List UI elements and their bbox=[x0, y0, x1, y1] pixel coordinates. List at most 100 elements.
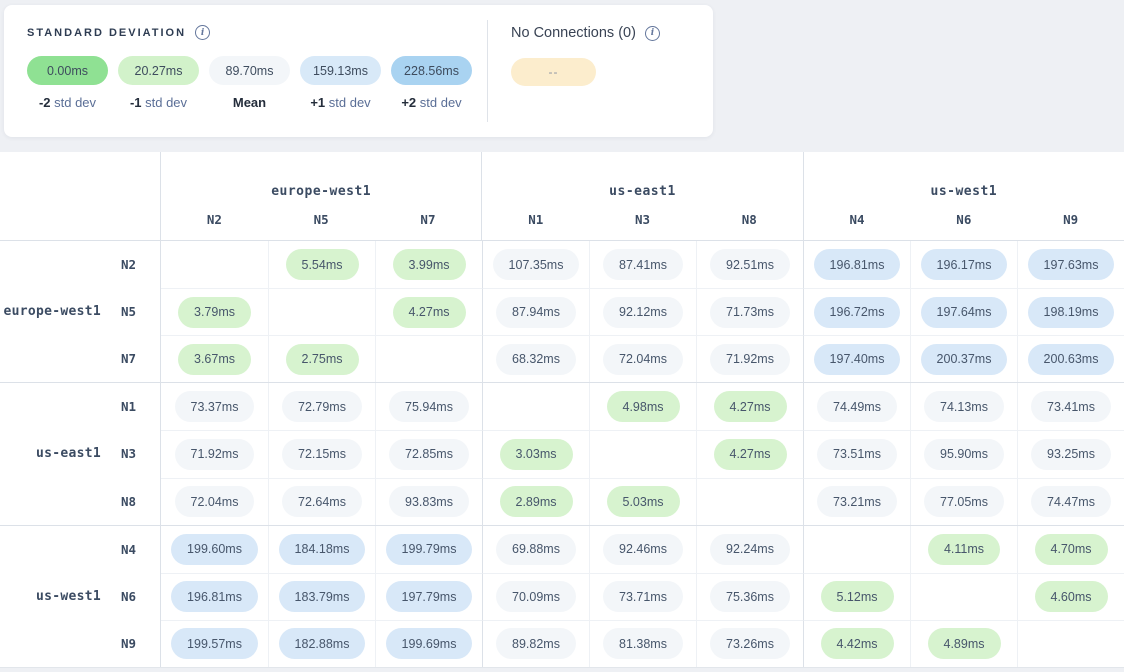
self-latency-cell bbox=[268, 288, 375, 335]
latency-pill[interactable]: 5.12ms bbox=[821, 581, 894, 612]
latency-pill[interactable]: 73.41ms bbox=[1031, 391, 1111, 422]
latency-pill[interactable]: 92.46ms bbox=[603, 534, 683, 565]
latency-pill[interactable]: 4.27ms bbox=[714, 391, 787, 422]
latency-pill[interactable]: 197.79ms bbox=[386, 581, 473, 612]
latency-pill[interactable]: 72.15ms bbox=[282, 439, 362, 470]
latency-pill[interactable]: 72.85ms bbox=[389, 439, 469, 470]
latency-pill[interactable]: 72.64ms bbox=[282, 486, 362, 517]
latency-pill[interactable]: 72.04ms bbox=[603, 344, 683, 375]
latency-pill[interactable]: 92.24ms bbox=[710, 534, 790, 565]
latency-pill[interactable]: 4.42ms bbox=[821, 628, 894, 659]
latency-pill[interactable]: 74.13ms bbox=[924, 391, 1004, 422]
latency-pill[interactable]: 2.89ms bbox=[500, 486, 573, 517]
column-node-row: N1N3N8 bbox=[482, 199, 802, 240]
latency-pill[interactable]: 4.89ms bbox=[928, 628, 1001, 659]
column-header-node-n5: N5 bbox=[268, 212, 375, 227]
latency-pill[interactable]: 199.79ms bbox=[386, 534, 473, 565]
latency-pill[interactable]: 107.35ms bbox=[493, 249, 580, 280]
latency-pill[interactable]: 196.17ms bbox=[921, 249, 1008, 280]
latency-pill[interactable]: 68.32ms bbox=[496, 344, 576, 375]
latency-cell: 74.49ms bbox=[803, 383, 910, 430]
latency-pill[interactable]: 93.83ms bbox=[389, 486, 469, 517]
latency-pill[interactable]: 72.04ms bbox=[175, 486, 255, 517]
self-latency-cell bbox=[696, 478, 803, 525]
latency-pill[interactable]: 196.81ms bbox=[171, 581, 258, 612]
latency-pill[interactable]: 73.21ms bbox=[817, 486, 897, 517]
latency-pill[interactable]: 5.03ms bbox=[607, 486, 680, 517]
column-header-node-n7: N7 bbox=[375, 212, 482, 227]
latency-cell: 92.51ms bbox=[696, 241, 803, 288]
std-dev-info-icon[interactable]: i bbox=[195, 25, 210, 40]
row-group-us-east1: us-east1N1N3N873.37ms72.79ms75.94ms4.98m… bbox=[0, 382, 1124, 524]
latency-pill[interactable]: 73.71ms bbox=[603, 581, 683, 612]
latency-pill[interactable]: 73.26ms bbox=[710, 628, 790, 659]
latency-pill[interactable]: 69.88ms bbox=[496, 534, 576, 565]
latency-grid: 5.54ms 3.99ms 107.35ms 87.41ms 92.51ms 196.81… bbox=[160, 241, 1124, 382]
latency-pill[interactable]: 89.82ms bbox=[496, 628, 576, 659]
latency-pill[interactable]: 184.18ms bbox=[279, 534, 366, 565]
latency-cell: 72.79ms bbox=[268, 383, 375, 430]
latency-pill[interactable]: 81.38ms bbox=[603, 628, 683, 659]
latency-pill[interactable]: 199.57ms bbox=[171, 628, 258, 659]
self-latency-cell bbox=[589, 430, 696, 477]
latency-cell: 5.12ms bbox=[803, 573, 910, 620]
latency-pill[interactable]: 71.92ms bbox=[175, 439, 255, 470]
latency-pill[interactable]: 198.19ms bbox=[1028, 297, 1115, 328]
latency-pill[interactable]: 2.75ms bbox=[286, 344, 359, 375]
no-connections-info-icon[interactable]: i bbox=[645, 26, 660, 41]
latency-pill[interactable]: 196.72ms bbox=[814, 297, 901, 328]
std-dev-legend: STANDARD DEVIATION i 0.00ms 20.27ms 89.7… bbox=[4, 5, 487, 137]
latency-pill[interactable]: 87.41ms bbox=[603, 249, 683, 280]
latency-pill[interactable]: 77.05ms bbox=[924, 486, 1004, 517]
latency-cell: 92.24ms bbox=[696, 526, 803, 573]
latency-cell: 92.46ms bbox=[589, 526, 696, 573]
legend-pill-minus2: 0.00ms bbox=[27, 56, 108, 85]
row-group-europe-west1: europe-west1N2N5N7 5.54ms 3.99ms 107.35ms 87… bbox=[0, 240, 1124, 382]
latency-pill[interactable]: 74.47ms bbox=[1031, 486, 1111, 517]
matrix-corner-cell bbox=[0, 152, 160, 240]
latency-pill[interactable]: 3.03ms bbox=[500, 439, 573, 470]
latency-pill[interactable]: 5.54ms bbox=[286, 249, 359, 280]
latency-pill[interactable]: 183.79ms bbox=[279, 581, 366, 612]
latency-pill[interactable]: 95.90ms bbox=[924, 439, 1004, 470]
latency-pill[interactable]: 71.73ms bbox=[710, 297, 790, 328]
latency-pill[interactable]: 4.70ms bbox=[1035, 534, 1108, 565]
latency-pill[interactable]: 4.60ms bbox=[1035, 581, 1108, 612]
latency-pill[interactable]: 200.63ms bbox=[1028, 344, 1115, 375]
latency-pill[interactable]: 3.99ms bbox=[393, 249, 466, 280]
latency-pill[interactable]: 196.81ms bbox=[814, 249, 901, 280]
std-dev-label-row: -2 std dev -1 std dev Mean +1 std dev +2… bbox=[27, 95, 487, 110]
column-header-node-n6: N6 bbox=[910, 212, 1017, 227]
latency-pill[interactable]: 87.94ms bbox=[496, 297, 576, 328]
latency-pill[interactable]: 3.67ms bbox=[178, 344, 251, 375]
latency-pill[interactable]: 92.12ms bbox=[603, 297, 683, 328]
latency-pill[interactable]: 75.94ms bbox=[389, 391, 469, 422]
latency-cell: 93.83ms bbox=[375, 478, 482, 525]
latency-pill[interactable]: 4.98ms bbox=[607, 391, 680, 422]
latency-cell: 5.03ms bbox=[589, 478, 696, 525]
column-region-label: us-west1 bbox=[804, 184, 1124, 199]
latency-pill[interactable]: 200.37ms bbox=[921, 344, 1008, 375]
latency-pill[interactable]: 197.64ms bbox=[921, 297, 1008, 328]
latency-pill[interactable]: 197.63ms bbox=[1028, 249, 1115, 280]
latency-pill[interactable]: 74.49ms bbox=[817, 391, 897, 422]
latency-pill[interactable]: 75.36ms bbox=[710, 581, 790, 612]
row-group-labels: europe-west1N2N5N7 bbox=[0, 241, 160, 382]
latency-pill[interactable]: 73.37ms bbox=[175, 391, 255, 422]
latency-pill[interactable]: 3.79ms bbox=[178, 297, 251, 328]
latency-cell: 199.57ms bbox=[161, 620, 268, 667]
latency-pill[interactable]: 93.25ms bbox=[1031, 439, 1111, 470]
latency-pill[interactable]: 70.09ms bbox=[496, 581, 576, 612]
latency-pill[interactable]: 199.69ms bbox=[386, 628, 473, 659]
latency-cell: 95.90ms bbox=[910, 430, 1017, 477]
latency-pill[interactable]: 73.51ms bbox=[817, 439, 897, 470]
latency-pill[interactable]: 92.51ms bbox=[710, 249, 790, 280]
latency-pill[interactable]: 4.27ms bbox=[714, 439, 787, 470]
latency-pill[interactable]: 4.27ms bbox=[393, 297, 466, 328]
latency-pill[interactable]: 199.60ms bbox=[171, 534, 258, 565]
latency-pill[interactable]: 4.11ms bbox=[928, 534, 1000, 565]
latency-pill[interactable]: 72.79ms bbox=[282, 391, 362, 422]
latency-pill[interactable]: 197.40ms bbox=[814, 344, 901, 375]
latency-pill[interactable]: 182.88ms bbox=[279, 628, 366, 659]
latency-pill[interactable]: 71.92ms bbox=[710, 344, 790, 375]
